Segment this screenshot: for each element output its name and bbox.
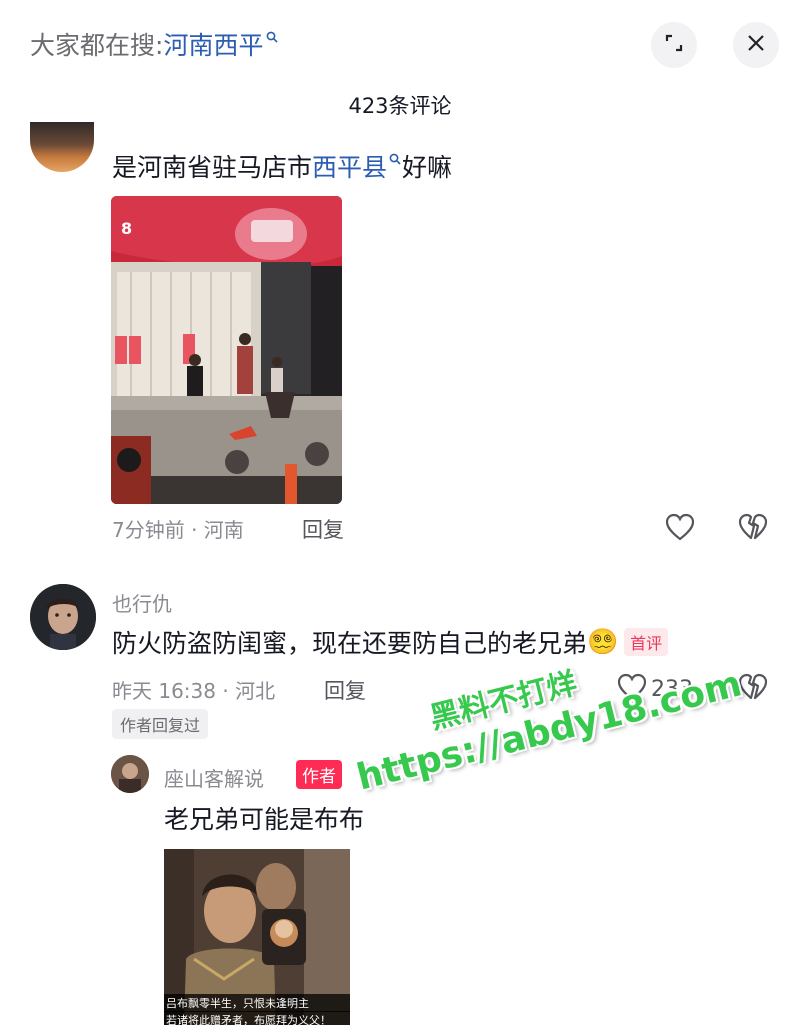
reply-image[interactable]: 吕布飘零半生，只恨未逢明主 若诸将此赠矛者，布愿拜为义父！ xyxy=(164,849,350,1025)
author-replied-tag[interactable]: 作者回复过 xyxy=(112,709,209,739)
top-bar: 大家都在搜: 河南西平 xyxy=(0,0,800,92)
expand-button[interactable] xyxy=(651,22,697,68)
comment-count: 423条评论 xyxy=(348,94,452,118)
broken-heart-icon xyxy=(738,513,768,545)
reply-button[interactable]: 回复 xyxy=(302,514,344,544)
reply-username[interactable]: 座山客解说 xyxy=(164,763,264,792)
avatar-photo xyxy=(111,755,149,793)
trending-search-prefix: 大家都在搜: xyxy=(30,31,164,60)
comment-time-location: 7分钟前 · 河南 xyxy=(112,518,244,542)
avatar[interactable] xyxy=(30,122,94,172)
comment-text-part: 好嘛 xyxy=(402,153,453,182)
comment-time-location: 昨天 16:38 · 河北 xyxy=(112,679,276,703)
comment-username[interactable]: 也行仇 xyxy=(112,588,172,617)
expand-icon xyxy=(663,32,685,58)
like-button[interactable] xyxy=(665,513,695,545)
dislike-button[interactable] xyxy=(738,513,768,545)
avatar[interactable] xyxy=(30,584,96,650)
comment-image[interactable]: 8 xyxy=(111,196,342,504)
trending-search-keyword[interactable]: 河南西平 xyxy=(163,26,263,62)
heart-icon xyxy=(665,513,695,545)
trending-search-hint[interactable]: 大家都在搜: 河南西平 xyxy=(30,26,279,62)
comment-text: 是河南省驻马店市 西平县 好嘛 xyxy=(112,148,452,184)
author-badge: 作者 xyxy=(296,760,342,789)
comment-keyword-link[interactable]: 西平县 xyxy=(312,148,387,184)
search-icon xyxy=(266,31,279,47)
image-caption: 吕布飘零半生，只恨未逢明主 xyxy=(164,994,350,1012)
image-caption: 若诸将此赠矛者，布愿拜为义父！ xyxy=(164,1011,350,1025)
avatar[interactable] xyxy=(111,755,149,793)
close-icon xyxy=(745,32,767,58)
close-button[interactable] xyxy=(733,22,779,68)
search-icon xyxy=(389,153,401,169)
comment-text-part: 是河南省驻马店市 xyxy=(112,153,313,182)
avatar-photo xyxy=(30,584,96,650)
street-night-photo: 8 xyxy=(111,196,342,504)
reply-text: 老兄弟可能是布布 xyxy=(164,805,365,834)
comment-text-part: 防火防盗防闺蜜，现在还要防自己的老兄弟 xyxy=(112,629,588,658)
svg-text:8: 8 xyxy=(121,219,132,238)
